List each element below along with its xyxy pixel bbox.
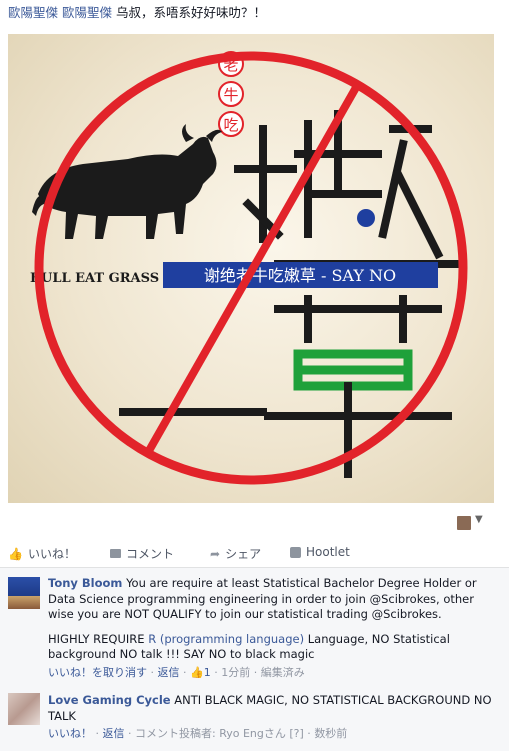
- viewer-avatar[interactable]: [457, 516, 471, 530]
- action-bar: 👍 いいね！ コメント ➦ シェア Hootlet: [0, 539, 509, 568]
- like-button[interactable]: 👍 いいね！: [8, 545, 76, 562]
- chevron-down-icon[interactable]: ▼: [475, 514, 483, 525]
- badge-char-3: 吃: [223, 116, 238, 134]
- comment-meta: いいね！を取り消す · 返信 · 👍1 · 1分前 · 編集済み: [48, 665, 305, 679]
- timestamp[interactable]: 数秒前: [314, 727, 347, 740]
- posted-by[interactable]: コメント投稿者: Ryo Engさん: [135, 727, 286, 740]
- comment-label: コメント: [126, 547, 175, 561]
- post-message: 歐陽聖傑 歐陽聖傑 乌叔，系唔系好好味叻？！: [8, 4, 503, 22]
- comment-meta: いいね！ · 返信 · コメント投稿者: Ryo Engさん [?] · 数秒前: [48, 727, 348, 740]
- comments-section: Tony Bloom You are require at least Stat…: [0, 568, 509, 751]
- like-link[interactable]: いいね！: [48, 727, 92, 740]
- owl-icon: [290, 546, 301, 558]
- comment-1: Tony Bloom You are require at least Stat…: [48, 576, 503, 680]
- hootlet-label: Hootlet: [306, 545, 350, 559]
- badge: 老 牛 吃: [218, 51, 244, 137]
- blue-dot: [357, 209, 375, 227]
- tag-link-1[interactable]: 歐陽聖傑: [8, 5, 58, 20]
- tag-link-2[interactable]: 歐陽聖傑: [62, 5, 112, 20]
- bull-caption: BULL EAT GRASS: [30, 271, 159, 286]
- comment-2: Love Gaming Cycle ANTI BLACK MAGIC, NO S…: [48, 693, 503, 742]
- prohibition-graphic: 老 牛 吃 BULL EAT GRASS 谢绝老牛吃嫩草 - SAY NO: [30, 51, 468, 485]
- like-count[interactable]: 👍1: [190, 666, 211, 679]
- thumbs-up-icon: 👍: [8, 546, 23, 561]
- comment-link[interactable]: R (programming language): [148, 632, 304, 646]
- thumbs-up-icon: 👍: [190, 665, 204, 679]
- comment-icon: [110, 549, 121, 558]
- comment-text-2: HIGHLY REQUIRE: [48, 631, 149, 646]
- share-label: シェア: [225, 547, 262, 561]
- post-image[interactable]: 老 牛 吃 BULL EAT GRASS 谢绝老牛吃嫩草 - SAY NO: [8, 34, 494, 503]
- timestamp[interactable]: 1分前: [221, 666, 250, 679]
- post-message-text: 乌叔，系唔系好好味叻？！: [116, 5, 267, 20]
- comment-author[interactable]: Tony Bloom: [48, 576, 122, 590]
- help-link[interactable]: [?]: [289, 727, 303, 740]
- reply-link[interactable]: 返信: [158, 666, 180, 679]
- comment-author[interactable]: Love Gaming Cycle: [48, 693, 171, 707]
- share-button[interactable]: ➦ シェア: [210, 545, 261, 562]
- avatar[interactable]: [8, 693, 40, 725]
- like-label: いいね！: [27, 547, 76, 561]
- reply-link[interactable]: 返信: [103, 727, 125, 740]
- banner-text: 谢绝老牛吃嫩草 - SAY NO: [204, 266, 396, 285]
- badge-char-2: 牛: [223, 86, 238, 104]
- unlike-link[interactable]: いいね！を取り消す: [48, 666, 147, 679]
- like-count-value: 1: [203, 665, 211, 679]
- share-icon: ➦: [210, 546, 221, 561]
- avatar[interactable]: [8, 577, 40, 609]
- hootlet-button[interactable]: Hootlet: [290, 545, 350, 559]
- edited-label[interactable]: 編集済み: [261, 666, 305, 679]
- big-char-bottom: [119, 295, 452, 478]
- comment-button[interactable]: コメント: [110, 545, 174, 562]
